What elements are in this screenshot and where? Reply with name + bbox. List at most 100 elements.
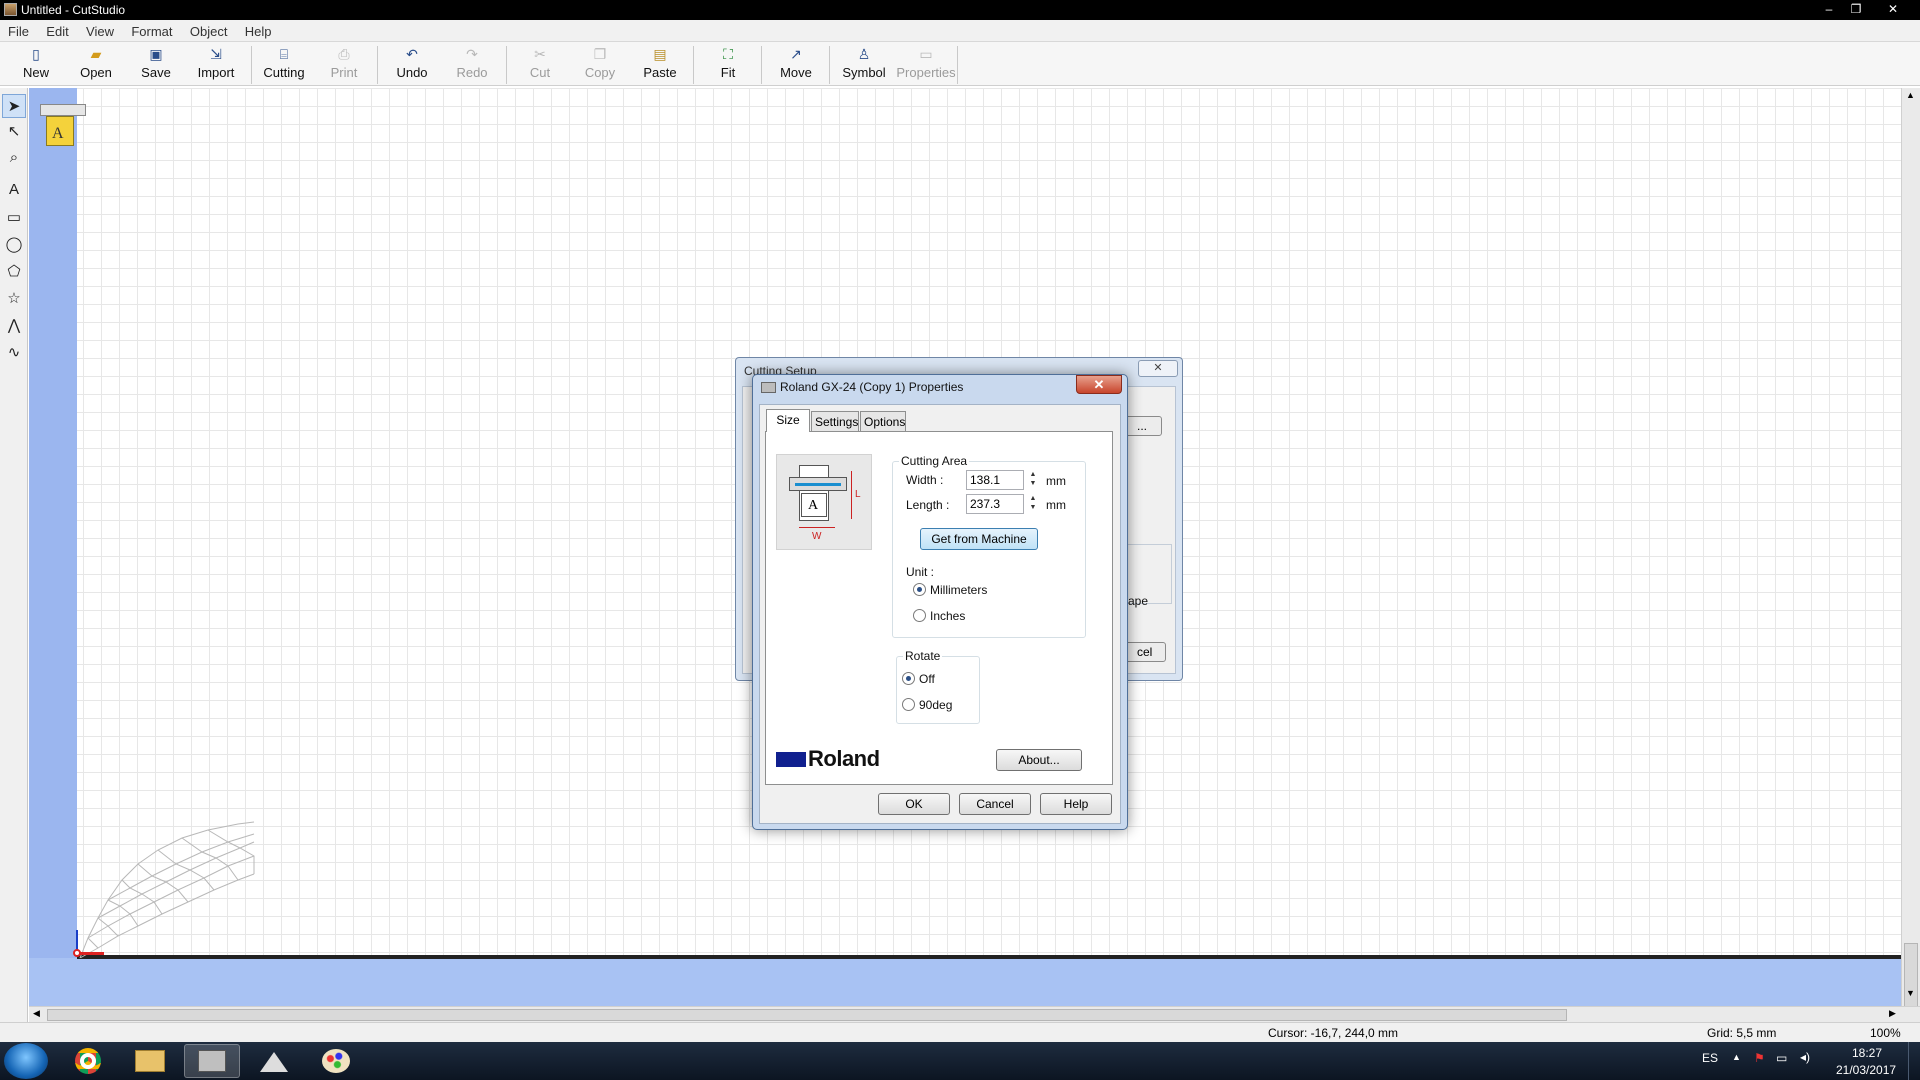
tool-palette: ➤ ↖ ⌕ A ▭ ◯ ⬠ ☆ ⋀ ∿ [0,88,28,1024]
copy-button[interactable]: ❐ Copy [572,44,628,84]
rotate-90-label: 90deg [919,698,953,712]
save-disk-icon: ▣ [149,46,163,62]
ellipse-icon[interactable]: ◯ [2,233,26,257]
width-input[interactable]: 138.1 [966,470,1024,490]
text-icon[interactable]: A [2,178,26,202]
cutstudio-app-icon [4,3,17,16]
cutting-button[interactable]: ⌸ Cutting [256,44,312,84]
illustration-length-label: L [855,489,861,500]
about-button[interactable]: About... [996,749,1082,771]
unit-label: Unit : [906,565,935,579]
menu-format[interactable]: Format [123,20,178,39]
cutstudio-icon[interactable] [184,1044,240,1078]
inches-radio[interactable] [913,609,926,622]
volume-icon[interactable]: ◂) [1800,1050,1810,1064]
undo-button[interactable]: ↶ Undo [384,44,440,84]
paste-icon: ▤ [653,46,667,62]
roland-logo-mark [776,752,806,767]
rotate-caption: Rotate [903,649,943,663]
star-icon[interactable]: ☆ [2,287,26,311]
millimeters-radio[interactable] [913,583,926,596]
fit-button[interactable]: ⛶ Fit [700,44,756,84]
cutting-area-illustration: A L W [776,454,872,550]
polygon-icon[interactable]: ⬠ [2,260,26,284]
illustration-width-label: W [812,531,822,542]
import-icon: ⇲ [210,46,222,62]
rotate-off-radio[interactable] [902,672,915,685]
action-center-icon[interactable]: ⚑ [1754,1051,1765,1065]
get-from-machine-button[interactable]: Get from Machine [920,528,1038,550]
menu-file[interactable]: File [0,20,35,39]
width-stepper[interactable]: ▲ ▼ [1027,470,1039,490]
plotter-origin-icon: A [38,98,88,150]
title-bar: Untitled - CutStudio ‒ ❐ ✕ [0,0,1920,20]
copy-icon: ❐ [593,46,607,62]
vertical-scrollbar[interactable]: ▲ ▼ [1901,88,1920,1073]
new-button[interactable]: ▯ New [8,44,64,84]
cancel-button[interactable]: Cancel [959,793,1031,815]
maximize-button[interactable]: ❐ [1843,0,1869,18]
language-indicator[interactable]: ES [1702,1051,1718,1065]
properties-button[interactable]: ▭ Properties [896,44,956,84]
print-button[interactable]: ⎙ Print [316,44,372,84]
width-unit: mm [1046,474,1066,488]
print-icon: ⎙ [338,46,350,62]
dialog-title: Roland GX-24 (Copy 1) Properties [780,380,964,394]
menu-edit[interactable]: Edit [38,20,74,39]
zoom-icon[interactable]: ⌕ [2,146,26,170]
import-button[interactable]: ⇲ Import [188,44,244,84]
grid-readout: Grid: 5,5 mm [1707,1026,1777,1040]
tab-options[interactable]: Options [860,411,906,431]
honeycomb-shape[interactable] [78,808,258,958]
roland-logo: Roland [808,746,880,771]
tab-size[interactable]: Size [766,409,810,432]
length-unit: mm [1046,498,1066,512]
menu-view[interactable]: View [78,20,120,39]
menu-help[interactable]: Help [237,20,278,39]
show-desktop-button[interactable] [1908,1042,1920,1080]
edit-points-icon[interactable]: ↖ [2,120,26,144]
cutting-setup-cancel-button[interactable]: cel [1122,642,1166,662]
length-label: Length : [906,498,950,512]
open-folder-icon: ▰ [90,46,102,62]
help-button[interactable]: Help [1040,793,1112,815]
curve-icon[interactable]: ∿ [2,341,26,365]
rotate-90-radio[interactable] [902,698,915,711]
redo-button[interactable]: ↷ Redo [444,44,500,84]
cutting-setup-close-button[interactable]: ✕ [1138,360,1178,377]
tab-settings[interactable]: Settings [811,411,859,431]
paint-icon[interactable] [308,1044,364,1078]
inkscape-icon[interactable] [246,1044,302,1078]
start-button[interactable] [4,1043,48,1079]
chrome-icon[interactable] [60,1044,116,1078]
menu-object[interactable]: Object [182,20,234,39]
cutting-setup-more-button[interactable]: ... [1122,416,1162,436]
open-button[interactable]: ▰ Open [68,44,124,84]
save-button[interactable]: ▣ Save [128,44,184,84]
clock-time[interactable]: 18:27 [1852,1046,1882,1060]
horizontal-scroll-thumb[interactable] [47,1009,1567,1021]
ok-button[interactable]: OK [878,793,950,815]
menu-bar: File Edit View Format Object Help [0,20,1920,42]
paste-button[interactable]: ▤ Paste [632,44,688,84]
clock-date[interactable]: 21/03/2017 [1836,1063,1896,1077]
new-document-icon: ▯ [32,46,40,62]
length-input[interactable]: 237.3 [966,494,1024,514]
show-hidden-icons[interactable]: ▲ [1732,1052,1741,1062]
move-button[interactable]: ↗ Move [768,44,824,84]
horizontal-scrollbar[interactable]: ◀ ▶ [29,1006,1920,1022]
polyline-icon[interactable]: ⋀ [2,314,26,338]
network-icon[interactable]: ▭ [1776,1051,1787,1065]
length-stepper[interactable]: ▲ ▼ [1027,494,1039,514]
file-explorer-icon[interactable] [122,1044,178,1078]
media-bottom-margin [29,958,1901,1006]
select-arrow-icon[interactable]: ➤ [2,94,26,118]
fit-icon: ⛶ [723,46,733,62]
cut-button[interactable]: ✂ Cut [512,44,568,84]
symbol-button[interactable]: ♙ Symbol [836,44,892,84]
undo-icon: ↶ [406,46,418,62]
minimize-button[interactable]: ‒ [1816,0,1842,18]
dialog-close-button[interactable]: ✕ [1076,375,1122,394]
rectangle-icon[interactable]: ▭ [2,206,26,230]
close-button[interactable]: ✕ [1880,0,1906,18]
